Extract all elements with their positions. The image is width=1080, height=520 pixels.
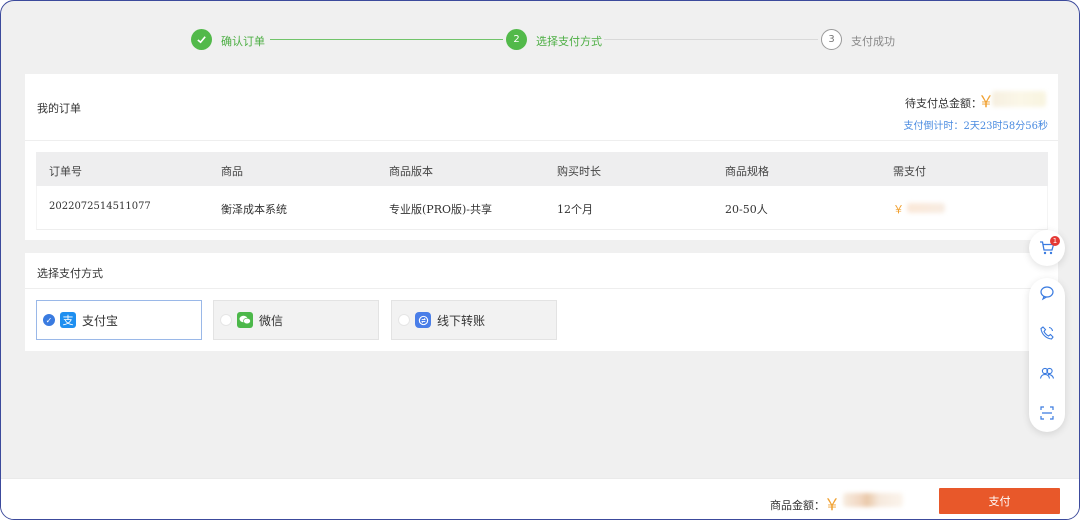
radio-unchecked-icon[interactable] — [398, 314, 410, 326]
chat-icon[interactable] — [1038, 284, 1056, 302]
step-2-number: 2 — [506, 29, 527, 50]
step-connector-2 — [604, 39, 818, 40]
wechat-icon — [237, 312, 253, 328]
scan-icon[interactable] — [1038, 404, 1056, 422]
radio-checked-icon[interactable]: ✓ — [43, 314, 55, 326]
payment-option-wechat[interactable]: 微信 — [213, 300, 379, 340]
cart-icon[interactable]: 1 — [1038, 236, 1060, 257]
payment-option-offline[interactable]: 线下转账 — [391, 300, 557, 340]
column-header: 订单号 — [49, 165, 82, 178]
offline-transfer-icon — [415, 312, 431, 328]
step-1-check-icon — [191, 29, 212, 50]
table-row: 2022072514511077 衡泽成本系统 专业版(PRO版)-共享 12个… — [36, 186, 1048, 230]
app-window: 确认订单 2 选择支付方式 3 支付成功 我的订单 待支付总金额： ￥ 支付倒计… — [0, 0, 1080, 520]
tools-float-bar — [1029, 278, 1065, 432]
phone-icon[interactable] — [1038, 324, 1056, 342]
order-card: 我的订单 待支付总金额： ￥ 支付倒计时：2天23时58分56秒 订单号 商品 … — [25, 74, 1058, 240]
column-header: 商品 — [221, 165, 243, 178]
progress-steps: 确认订单 2 选择支付方式 3 支付成功 — [191, 28, 911, 52]
amount-currency: ￥ — [824, 495, 841, 514]
payment-divider — [25, 288, 1058, 289]
column-header: 购买时长 — [557, 165, 601, 178]
payment-option-label: 线下转账 — [437, 313, 486, 328]
amount-redacted — [843, 493, 903, 507]
total-amount-redacted — [992, 91, 1046, 107]
payment-option-alipay[interactable]: ✓ 支 支付宝 — [36, 300, 202, 340]
payment-method-title: 选择支付方式 — [37, 267, 103, 280]
payable-amount-redacted — [907, 203, 945, 213]
order-number: 2022072514511077 — [49, 201, 151, 212]
total-amount-label: 待支付总金额： — [905, 97, 982, 110]
order-title: 我的订单 — [37, 102, 81, 115]
payment-option-label: 支付宝 — [82, 313, 119, 328]
column-header: 商品版本 — [389, 165, 433, 178]
product-spec: 20-50人 — [725, 203, 768, 216]
cart-badge: 1 — [1050, 236, 1060, 246]
column-header: 需支付 — [893, 165, 926, 178]
step-3-label: 支付成功 — [851, 35, 895, 48]
checkout-bar: 商品金额： ￥ 支付 — [1, 478, 1079, 519]
group-icon[interactable] — [1038, 364, 1056, 382]
payment-option-label: 微信 — [259, 313, 284, 328]
cart-float-button[interactable]: 1 — [1029, 230, 1065, 266]
column-header: 商品规格 — [725, 165, 769, 178]
payment-countdown: 支付倒计时：2天23时58分56秒 — [903, 121, 1048, 132]
step-connector-1 — [270, 39, 503, 40]
product-name: 衡泽成本系统 — [221, 203, 287, 216]
payment-method-card: 选择支付方式 ✓ 支 支付宝 微信 线下转账 — [25, 253, 1058, 351]
pay-button[interactable]: 支付 — [939, 488, 1060, 514]
step-1-label: 确认订单 — [221, 35, 265, 48]
product-version: 专业版(PRO版)-共享 — [389, 203, 493, 216]
step-2-label: 选择支付方式 — [536, 35, 602, 48]
alipay-icon: 支 — [60, 312, 76, 328]
order-divider — [25, 140, 1058, 141]
order-table-header: 订单号 商品 商品版本 购买时长 商品规格 需支付 — [36, 152, 1048, 186]
purchase-duration: 12个月 — [557, 203, 593, 216]
payable-amount-currency: ￥ — [893, 203, 904, 216]
step-3-number: 3 — [821, 29, 842, 50]
amount-label: 商品金额： — [770, 499, 825, 512]
radio-unchecked-icon[interactable] — [220, 314, 232, 326]
